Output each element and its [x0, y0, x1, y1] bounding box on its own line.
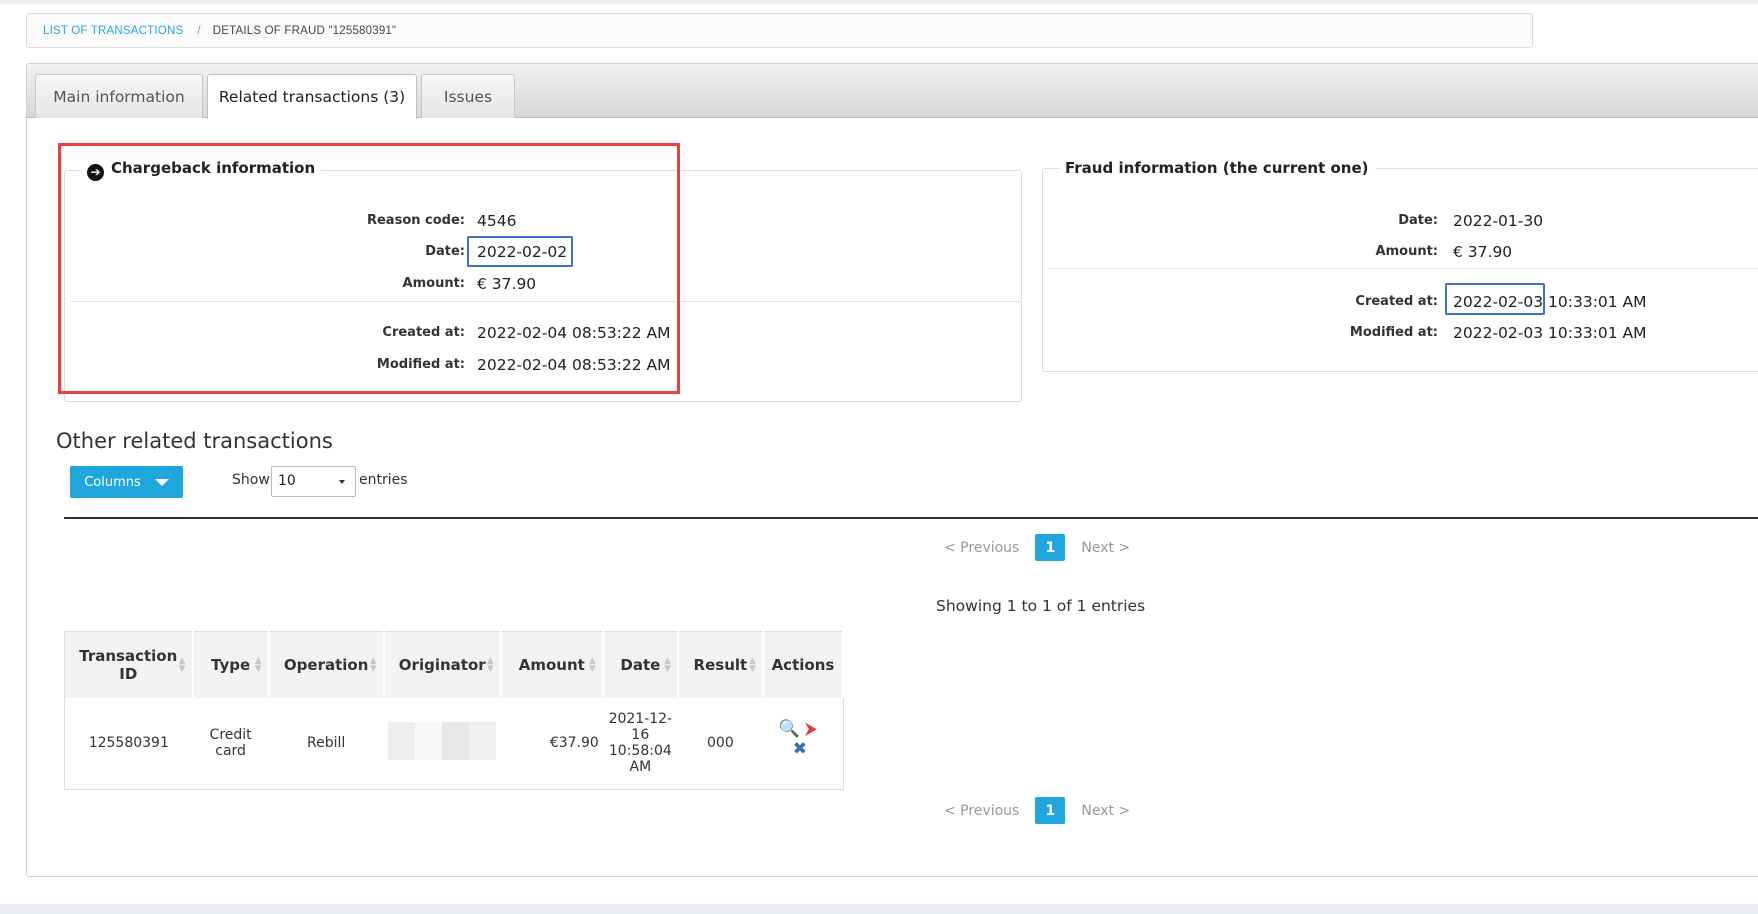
- fraud-modified-label: Modified at:: [1349, 324, 1438, 340]
- tab-main-information[interactable]: Main information: [35, 74, 203, 118]
- fraud-date-value: 2022-01-30: [1453, 212, 1544, 230]
- table-top-rule: [64, 517, 1758, 519]
- row-actions: 🔍 ⮞ ✖: [777, 719, 829, 763]
- tab-related-transactions[interactable]: Related transactions (3): [207, 74, 417, 119]
- breadcrumb-current: DETAILS OF FRAUD "125580391": [212, 24, 397, 37]
- entries-select[interactable]: 10: [271, 466, 356, 497]
- related-section-title: Other related transactions: [56, 429, 333, 453]
- breadcrumb-link-transactions[interactable]: LIST OF TRANSACTIONS: [43, 25, 183, 37]
- col-actions-label: Actions: [771, 655, 835, 674]
- cell-date: 2021-12-16 10:58:04 AM: [608, 711, 673, 776]
- fraud-created-time: 10:33:01 AM: [1543, 293, 1647, 311]
- sort-icon: ▲ ▼: [588, 656, 596, 674]
- sort-icon: ▲ ▼: [486, 656, 494, 674]
- fraud-amount-value: € 37.90: [1453, 243, 1513, 261]
- fraud-amount-label: Amount:: [1375, 243, 1438, 259]
- cell-operation: Rebill: [307, 735, 346, 752]
- fraud-modified-value: 2022-02-03 10:33:01 AM: [1453, 324, 1647, 342]
- chargeback-date-highlight: [467, 236, 573, 267]
- col-originator[interactable]: Originator ▲ ▼: [383, 631, 502, 698]
- cell-amount: €37.90: [549, 735, 599, 752]
- table-header-row: Transaction ID ▲ ▼ Type ▲ ▼ Operation ▲ ▼ Orig…: [64, 631, 845, 698]
- fraud-created-label: Created at:: [1355, 293, 1438, 309]
- sort-icon: ▲ ▼: [178, 656, 186, 674]
- col-originator-label: Originator: [398, 655, 486, 674]
- pdf-icon[interactable]: ⮞: [805, 719, 817, 739]
- col-amount[interactable]: Amount ▲ ▼: [500, 631, 604, 698]
- col-type-label: Type: [211, 655, 251, 674]
- pager-previous-top[interactable]: < Previous: [944, 540, 1019, 556]
- sort-icon: ▲ ▼: [663, 656, 671, 674]
- col-operation-label: Operation: [283, 655, 369, 674]
- sort-icon: ▲ ▼: [254, 656, 262, 674]
- breadcrumb-separator: /: [197, 24, 201, 37]
- col-transaction-id[interactable]: Transaction ID ▲ ▼: [64, 631, 194, 698]
- cell-transaction-id: 125580391: [88, 735, 169, 752]
- cell-type: Credit card: [209, 727, 252, 760]
- columns-button-label: Columns: [84, 474, 141, 490]
- magnifier-icon[interactable]: 🔍: [779, 719, 800, 739]
- dropdown-arrow-icon: [339, 480, 345, 484]
- pager-page-1-top[interactable]: 1: [1035, 534, 1066, 561]
- fraud-date-label: Date:: [1398, 212, 1438, 228]
- originator-redacted: [388, 722, 497, 761]
- fraud-divider: [1048, 268, 1758, 269]
- tools-icon[interactable]: ✖: [793, 739, 807, 759]
- fraud-created-date-highlight: [1445, 283, 1545, 315]
- pager-page-1-bottom[interactable]: 1: [1035, 797, 1066, 824]
- pager-next-top[interactable]: Next >: [1081, 540, 1130, 556]
- col-date[interactable]: Date ▲ ▼: [602, 631, 679, 698]
- breadcrumb: LIST OF TRANSACTIONS / DETAILS OF FRAUD …: [26, 13, 1533, 48]
- entries-label: entries: [359, 472, 408, 488]
- chargeback-highlight-box: [58, 143, 680, 394]
- table-row: 125580391 Credit card Rebill €37.90 2021…: [65, 698, 844, 790]
- related-transactions-table: Transaction ID ▲ ▼ Type ▲ ▼ Operation ▲ ▼ Orig…: [64, 631, 845, 790]
- fraud-info-title: Fraud information (the current one): [1065, 159, 1369, 177]
- col-date-label: Date: [620, 655, 661, 674]
- col-type[interactable]: Type ▲ ▼: [192, 631, 270, 698]
- col-result[interactable]: Result ▲ ▼: [677, 631, 764, 698]
- cell-actions: 🔍 ⮞ ✖: [763, 698, 843, 790]
- col-actions: Actions: [762, 631, 845, 698]
- cell-result: 000: [707, 735, 734, 752]
- top-strip: [0, 0, 1758, 4]
- col-operation[interactable]: Operation ▲ ▼: [268, 631, 385, 698]
- entries-info: Showing 1 to 1 of 1 entries: [936, 597, 1146, 615]
- tab-bar: Main information Related transactions (3…: [27, 64, 1758, 119]
- pager-previous-bottom[interactable]: < Previous: [944, 803, 1019, 819]
- tab-issues[interactable]: Issues: [421, 74, 515, 118]
- pagination-top: < Previous 1 Next >: [944, 534, 1130, 561]
- show-label: Show: [232, 472, 270, 488]
- sort-icon: ▲ ▼: [748, 656, 756, 674]
- col-amount-label: Amount: [518, 655, 585, 674]
- col-transaction-id-label: Transaction ID: [79, 646, 178, 683]
- pager-next-bottom[interactable]: Next >: [1081, 803, 1130, 819]
- col-result-label: Result: [693, 655, 748, 674]
- entries-select-value: 10: [278, 473, 296, 489]
- bottom-strip: [0, 904, 1758, 914]
- pagination-bottom: < Previous 1 Next >: [944, 797, 1130, 824]
- columns-button[interactable]: Columns: [70, 466, 183, 498]
- caret-down-icon: [154, 478, 169, 486]
- cell-originator: [384, 698, 501, 790]
- sort-icon: ▲ ▼: [369, 656, 377, 674]
